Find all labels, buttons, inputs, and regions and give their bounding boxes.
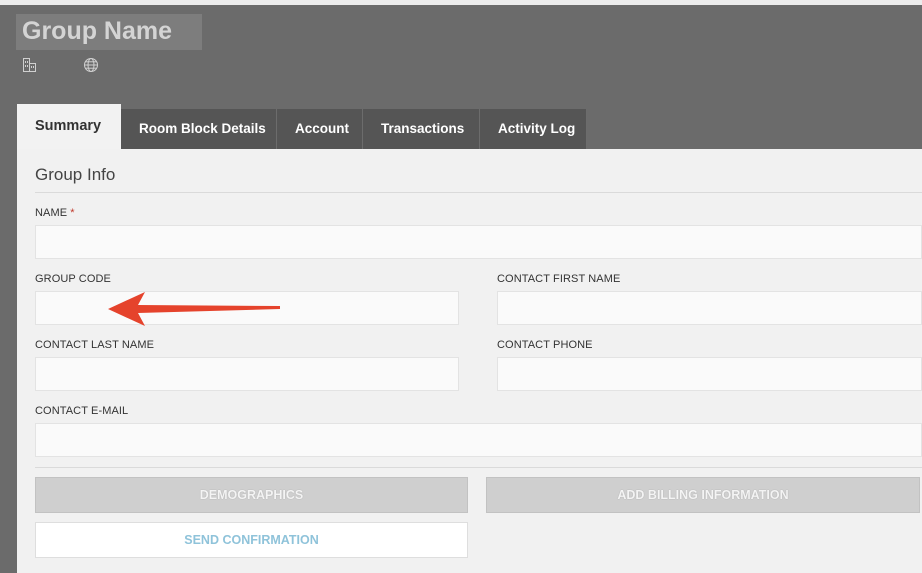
name-label: NAME * [35,207,75,219]
tab-room-block-details[interactable]: Room Block Details [121,109,277,149]
tab-transactions[interactable]: Transactions [363,109,480,149]
tab-bar: Summary Room Block Details Account Trans… [17,104,587,149]
contact-first-name-label: CONTACT FIRST NAME [497,273,621,285]
summary-panel: Group Info NAME * GROUP CODE CONTACT FIRS… [17,149,922,573]
contact-phone-label: CONTACT PHONE [497,339,593,351]
annotation-arrow-icon [108,292,280,326]
demographics-button[interactable]: DEMOGRAPHICS [35,477,468,513]
section-title: Group Info [35,165,116,184]
section-divider [35,192,922,193]
tab-activity-log[interactable]: Activity Log [480,109,587,149]
contact-phone-input[interactable] [497,357,922,391]
contact-last-name-label: CONTACT LAST NAME [35,339,155,351]
send-confirmation-button[interactable]: SEND CONFIRMATION [35,522,468,558]
contact-email-label: CONTACT E-MAIL [35,405,129,417]
building-icon[interactable] [22,57,38,73]
group-name-title: Group Name [16,14,202,50]
tab-account[interactable]: Account [277,109,363,149]
globe-icon[interactable] [83,57,99,73]
name-input[interactable] [35,225,922,259]
contact-first-name-input[interactable] [497,291,922,325]
page-header: Group Name [0,5,922,105]
contact-email-input[interactable] [35,423,922,457]
tab-summary[interactable]: Summary [17,104,121,149]
required-marker: * [70,207,75,219]
group-code-label: GROUP CODE [35,273,111,285]
add-billing-information-button[interactable]: ADD BILLING INFORMATION [486,477,920,513]
form-divider [35,467,922,468]
contact-last-name-input[interactable] [35,357,459,391]
name-label-text: NAME [35,207,68,219]
